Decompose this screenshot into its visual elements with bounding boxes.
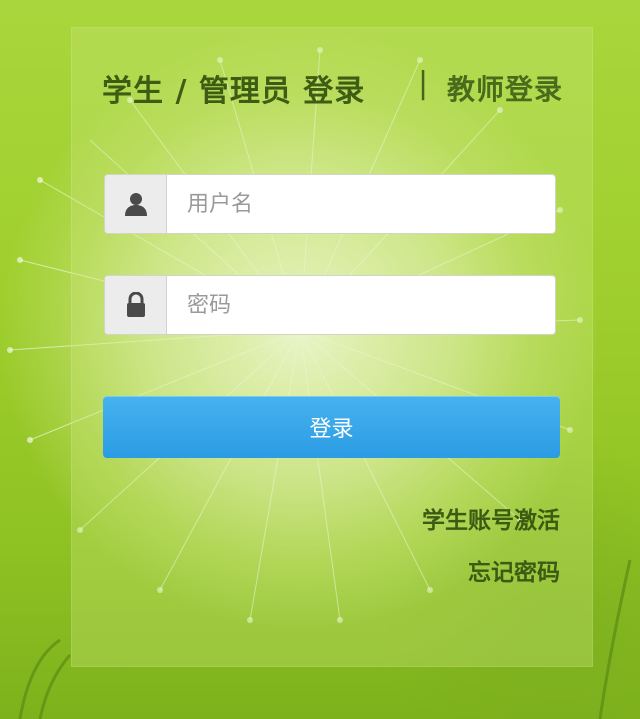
username-input[interactable] (167, 175, 555, 233)
lock-icon (105, 276, 167, 334)
tab-teacher-login[interactable]: 教师登录 (447, 68, 563, 108)
login-button[interactable]: 登录 (103, 396, 560, 458)
password-input[interactable] (167, 276, 555, 334)
tab-separator: | (418, 66, 430, 101)
user-icon (105, 175, 167, 233)
activate-account-link[interactable]: 学生账号激活 (422, 501, 560, 535)
password-field (104, 275, 556, 335)
forgot-password-link[interactable]: 忘记密码 (468, 553, 560, 587)
username-field (104, 174, 556, 234)
tab-student-admin-login[interactable]: 学生 / 管理员 登录 (102, 66, 365, 110)
